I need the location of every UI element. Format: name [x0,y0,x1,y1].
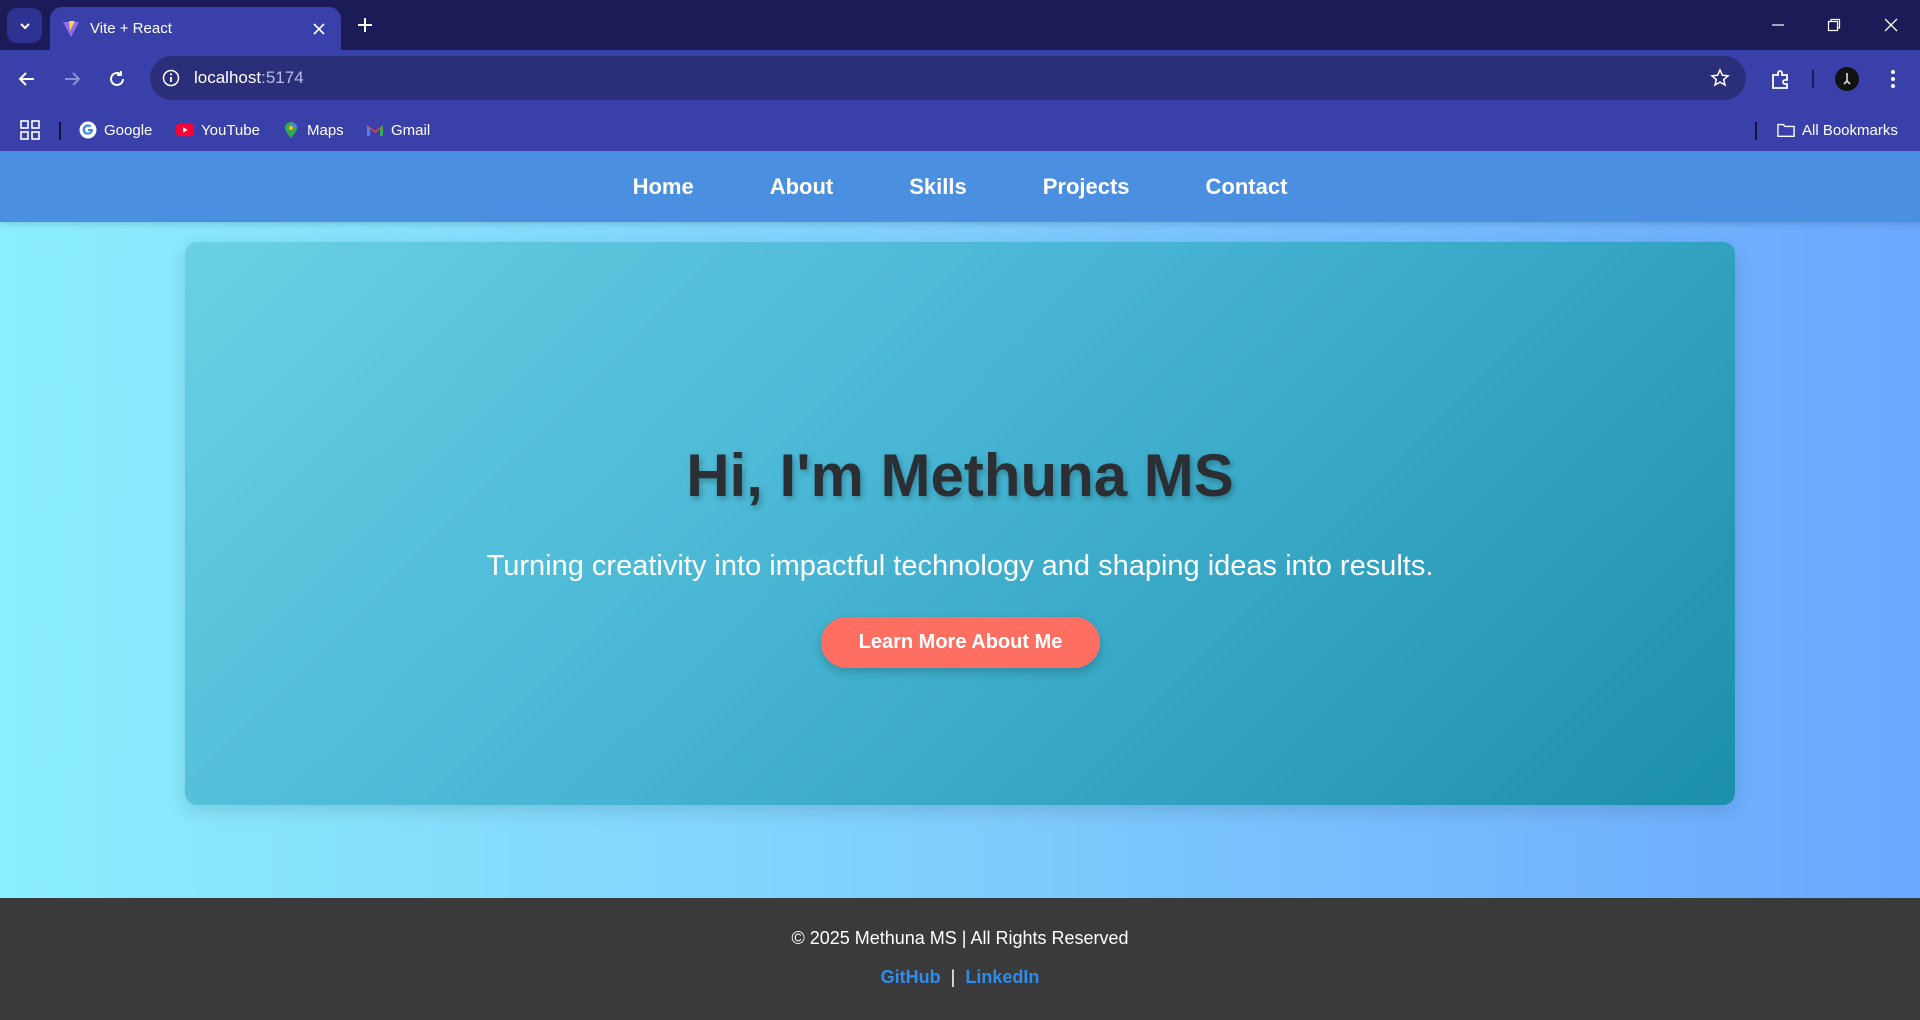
github-link[interactable]: GitHub [881,967,941,987]
site-navbar: Home About Skills Projects Contact [0,151,1920,222]
arrow-left-icon [18,72,34,86]
bookmark-maps[interactable]: Maps [282,118,344,142]
bookmark-google[interactable]: Google [79,118,152,142]
footer-separator: | [950,967,956,987]
bookmark-gmail[interactable]: Gmail [366,118,430,142]
puzzle-icon [1772,70,1788,89]
maps-icon [282,121,300,139]
all-bookmarks-button[interactable]: All Bookmarks [1777,118,1898,142]
nav-link-contact[interactable]: Contact [1206,174,1288,200]
vite-logo-icon [63,20,79,37]
nav-link-skills[interactable]: Skills [909,174,966,200]
back-button[interactable] [10,62,44,96]
folder-icon [1777,121,1795,139]
bookmark-star-icon[interactable] [1708,66,1732,90]
minimize-icon [1772,24,1784,26]
reload-icon [110,71,124,86]
url-port: :5174 [261,68,304,87]
bookmark-label: Maps [307,121,344,139]
bookmark-youtube[interactable]: YouTube [176,118,260,142]
nav-link-home[interactable]: Home [633,174,694,200]
close-tab-icon[interactable] [305,15,333,43]
info-icon[interactable] [160,67,182,89]
tab-title: Vite + React [90,20,172,37]
copyright-text: © 2025 Methuna MS | All Rights Reserved [791,928,1129,948]
close-icon [1884,18,1898,32]
url-text: localhost:5174 [194,68,304,88]
address-bar[interactable]: localhost:5174 [150,56,1746,100]
nav-link-about[interactable]: About [770,174,834,200]
bookmarks-divider [1755,122,1757,140]
forward-button[interactable] [55,62,89,96]
close-window-button[interactable] [1871,10,1911,40]
reload-button[interactable] [100,62,134,96]
footer-links: GitHub | LinkedIn [0,967,1920,988]
all-bookmarks-label: All Bookmarks [1802,121,1898,139]
hero-title: Hi, I'm Methuna MS [686,442,1234,509]
chevron-down-icon [19,22,30,29]
profile-avatar[interactable] [1830,62,1864,96]
browser-menu-button[interactable] [1876,62,1910,96]
minimize-button[interactable] [1758,10,1798,40]
learn-more-button[interactable]: Learn More About Me [821,617,1100,668]
bookmarks-bar: Google YouTube Maps Gmail All Bookmarks [0,108,1920,151]
browser-tab-bar: Vite + React [0,0,1920,50]
url-host: localhost [194,68,262,87]
gmail-icon [366,121,384,139]
apps-button[interactable] [20,118,40,142]
bookmark-label: Gmail [391,121,431,139]
browser-toolbar: localhost:5174 [0,50,1920,108]
nav-link-projects[interactable]: Projects [1043,174,1130,200]
linkedin-link[interactable]: LinkedIn [965,967,1039,987]
site-footer: © 2025 Methuna MS | All Rights Reserved … [0,898,1920,1020]
hero-section: Hi, I'm Methuna MS Turning creativity in… [185,242,1735,805]
bookmark-label: Google [104,121,153,139]
bookmark-label: YouTube [201,121,260,139]
tab-search-button[interactable] [7,8,42,43]
extensions-button[interactable] [1764,62,1798,96]
apps-grid-icon [20,120,40,140]
arrow-right-icon [65,72,81,86]
hero-subtitle: Turning creativity into impactful techno… [486,550,1434,582]
new-tab-button[interactable] [350,10,380,40]
kebab-menu-icon [1891,70,1895,88]
avatar-icon [1835,67,1859,91]
toolbar-divider [1812,70,1814,88]
restore-icon [1827,18,1841,32]
bookmarks-divider [59,122,61,140]
restore-button[interactable] [1814,10,1854,40]
browser-tab[interactable]: Vite + React [50,7,341,50]
page-viewport: Home About Skills Projects Contact Hi, I… [0,151,1920,1020]
youtube-icon [176,121,194,139]
plus-icon [358,18,372,32]
google-icon [79,121,97,139]
